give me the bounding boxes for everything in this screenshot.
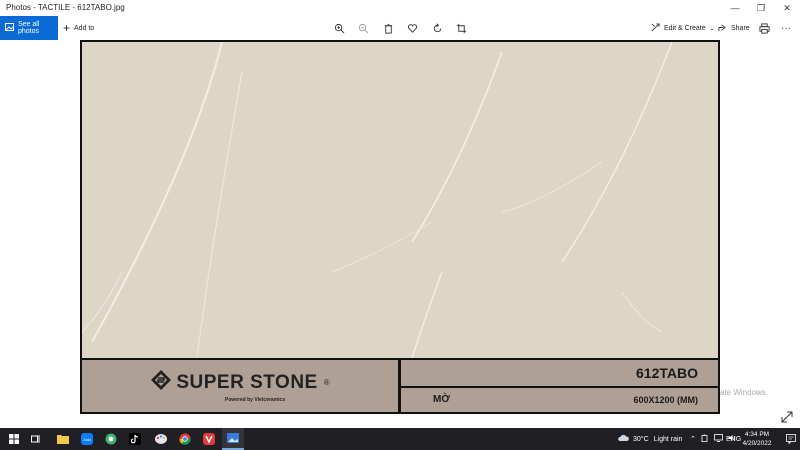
- size-label: 600X1200 (MM): [633, 395, 698, 405]
- product-code: 612TABO: [636, 365, 698, 381]
- print-icon[interactable]: [755, 16, 773, 40]
- windows-start-icon[interactable]: [3, 428, 25, 450]
- super-stone-logo-icon: [150, 369, 172, 396]
- close-button[interactable]: ✕: [774, 0, 800, 16]
- brand-subtitle: Powered by Vietceramics: [224, 397, 286, 403]
- clock-date: 4/20/2022: [742, 440, 772, 447]
- vivaldi-icon[interactable]: [198, 428, 220, 450]
- edit-create-label: Edit & Create: [664, 24, 706, 32]
- network-icon[interactable]: [713, 434, 723, 444]
- more-options-icon[interactable]: ···: [777, 16, 795, 40]
- maximize-button[interactable]: ❐: [748, 0, 774, 16]
- chrome-icon[interactable]: [174, 428, 196, 450]
- minimize-button[interactable]: —: [722, 0, 748, 16]
- favorite-icon[interactable]: [403, 16, 421, 40]
- share-button[interactable]: Share: [718, 16, 750, 40]
- battery-icon[interactable]: [701, 434, 709, 444]
- edit-create-button[interactable]: Edit & Create ⌄: [651, 16, 715, 40]
- finish-label: MỜ: [433, 394, 450, 405]
- photos-app-icon[interactable]: [222, 428, 244, 450]
- add-to-label: Add to: [74, 24, 95, 32]
- add-to-button[interactable]: + Add to: [63, 16, 94, 40]
- registered-mark: ®: [323, 378, 330, 387]
- zoom-out-icon[interactable]: [354, 16, 372, 40]
- brand-panel: SUPER STONE ® Powered by Vietceramics: [82, 360, 398, 412]
- marble-veins: [82, 42, 718, 358]
- share-icon: [718, 23, 727, 34]
- chevron-up-icon[interactable]: ⌃: [690, 435, 696, 443]
- svg-text:Zalo: Zalo: [83, 437, 92, 442]
- see-all-photos-button[interactable]: See all photos: [0, 16, 58, 40]
- zalo-icon[interactable]: Zalo: [76, 428, 98, 450]
- clock[interactable]: 4:34 PM 4/20/2022: [735, 430, 779, 448]
- rotate-icon[interactable]: [428, 16, 446, 40]
- weather-widget[interactable]: 30°C Light rain: [618, 428, 682, 450]
- chevron-down-icon: ⌄: [709, 25, 715, 32]
- title-bar: Photos - TACTILE - 612TABO.jpg — ❐ ✕: [0, 0, 800, 16]
- product-code-panel: 612TABO: [401, 360, 718, 386]
- tiktok-icon[interactable]: [124, 428, 146, 450]
- fullscreen-icon[interactable]: [780, 410, 794, 424]
- window-title: Photos - TACTILE - 612TABO.jpg: [6, 3, 125, 12]
- clock-time: 4:34 PM: [744, 431, 770, 438]
- crop-icon[interactable]: [452, 16, 470, 40]
- activate-windows-watermark: ate Windows.: [720, 388, 769, 397]
- task-view-icon[interactable]: [25, 428, 47, 450]
- notifications-icon[interactable]: [780, 428, 800, 450]
- spec-panel: MỜ 600X1200 (MM): [401, 388, 718, 412]
- weather-temp: 30°C: [633, 435, 649, 443]
- weather-text: Light rain: [653, 435, 683, 443]
- brand-name: SUPER STONE: [176, 371, 318, 393]
- share-label: Share: [731, 24, 750, 32]
- file-explorer-icon[interactable]: [52, 428, 74, 450]
- plus-icon: +: [63, 21, 71, 35]
- app-green-circle-icon[interactable]: [100, 428, 122, 450]
- see-all-photos-label: See all photos: [18, 21, 40, 35]
- cloud-rain-icon: [618, 434, 629, 444]
- delete-icon[interactable]: [379, 16, 397, 40]
- zoom-in-icon[interactable]: [330, 16, 348, 40]
- marble-texture: [82, 42, 718, 358]
- paint-app-icon[interactable]: [150, 428, 172, 450]
- edit-create-icon: [651, 22, 660, 34]
- photos-icon: [5, 23, 14, 33]
